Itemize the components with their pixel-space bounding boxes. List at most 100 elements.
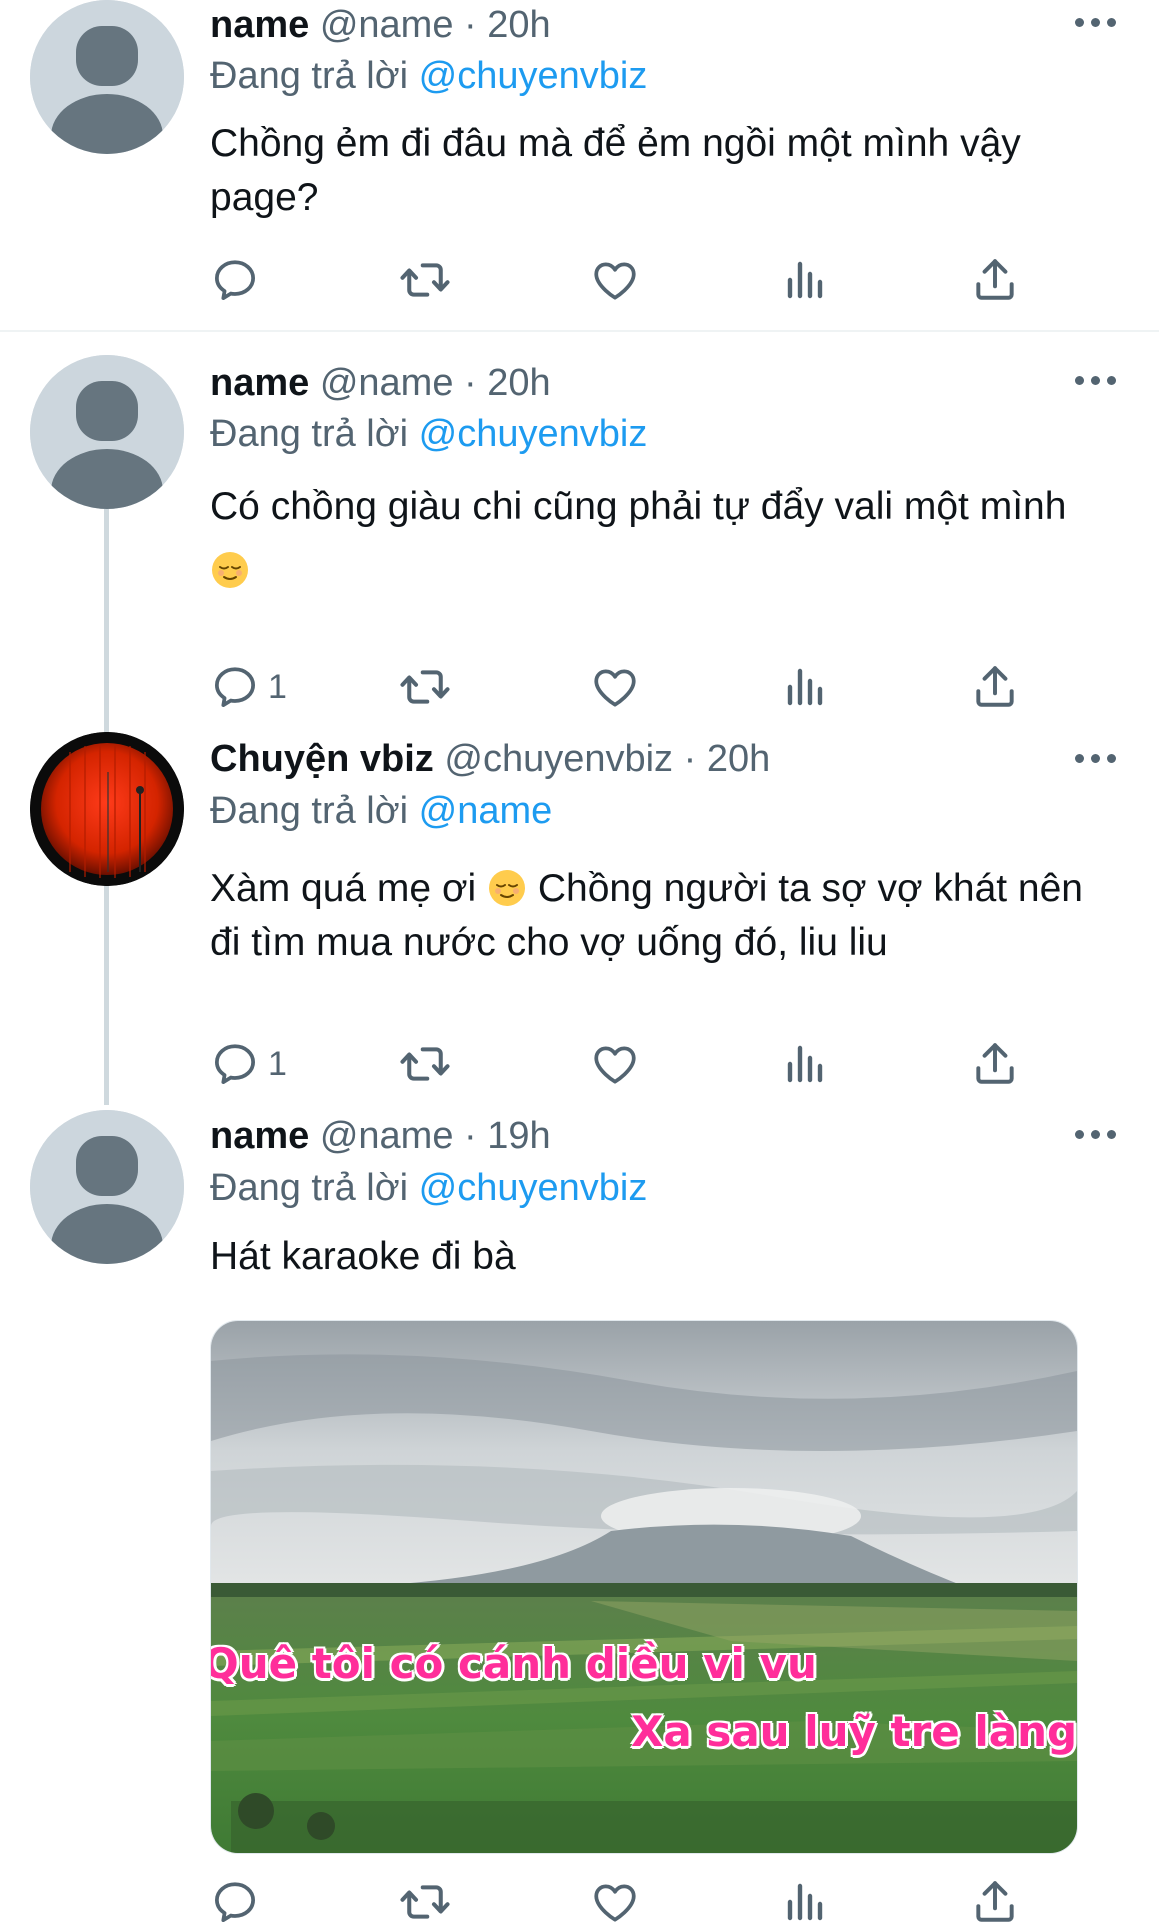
retweet-icon — [398, 1037, 452, 1091]
like-icon — [590, 255, 640, 305]
display-name[interactable]: name — [210, 4, 309, 46]
mention-link[interactable]: @name — [419, 790, 553, 832]
retweet-button[interactable] — [398, 1037, 452, 1091]
tweet-header: name @name · 19h — [210, 1113, 551, 1159]
reply-button[interactable] — [210, 1875, 260, 1929]
handle[interactable]: @name — [320, 4, 454, 46]
views-icon — [780, 1040, 828, 1088]
retweet-button[interactable] — [398, 253, 452, 307]
share-button[interactable] — [970, 253, 1020, 307]
share-button[interactable] — [970, 1037, 1020, 1091]
tweet-text: Xàm quá mẹ ơi Chồng người ta sợ vợ khát … — [210, 862, 1110, 970]
display-name[interactable]: name — [210, 1115, 309, 1157]
avatar[interactable] — [30, 355, 184, 509]
default-avatar-icon — [30, 355, 184, 509]
tweet-header: Chuyện vbiz @chuyenvbiz · 20h — [210, 736, 770, 782]
tweet-2[interactable]: name @name · 20h Đang trả lời @chuyenvbi… — [0, 355, 1159, 725]
replying-to: Đang trả lời @chuyenvbiz — [210, 53, 647, 99]
replying-to-label: Đang trả lời — [210, 790, 409, 832]
karaoke-lyric-line-1: Quê tôi có cánh diều vi vu — [210, 1639, 817, 1688]
retweet-icon — [398, 1875, 452, 1929]
handle[interactable]: @name — [320, 1115, 454, 1157]
action-bar: 1 — [210, 1037, 1070, 1091]
dot-separator: · — [683, 738, 697, 780]
more-icon — [1075, 376, 1084, 385]
timestamp[interactable]: 20h — [707, 738, 770, 780]
replying-to: Đang trả lời @chuyenvbiz — [210, 1165, 647, 1211]
share-button[interactable] — [970, 1875, 1020, 1929]
handle[interactable]: @name — [320, 362, 454, 404]
views-icon — [780, 1878, 828, 1926]
reply-button[interactable]: 1 — [210, 1037, 287, 1091]
more-options-button[interactable] — [1075, 370, 1117, 390]
timestamp[interactable]: 20h — [487, 4, 550, 46]
tweet-text-part-1: Xàm quá mẹ ơi — [210, 867, 477, 910]
landscape-thumbnail-image — [211, 1321, 1077, 1853]
replying-to-label: Đang trả lời — [210, 1167, 409, 1209]
views-button[interactable] — [780, 1037, 828, 1091]
share-icon — [970, 662, 1020, 712]
more-options-button[interactable] — [1075, 12, 1117, 32]
share-button[interactable] — [970, 660, 1020, 714]
like-button[interactable] — [590, 253, 640, 307]
like-icon — [590, 662, 640, 712]
mention-link[interactable]: @chuyenvbiz — [419, 413, 648, 455]
views-button[interactable] — [780, 660, 828, 714]
like-button[interactable] — [590, 660, 640, 714]
tweet-1[interactable]: name @name · 20h Đang trả lời @chuyenvbi… — [0, 0, 1159, 330]
default-avatar-icon — [30, 0, 184, 154]
like-icon — [590, 1039, 640, 1089]
action-bar — [210, 1875, 1070, 1929]
handle[interactable]: @chuyenvbiz — [444, 738, 673, 780]
retweet-icon — [398, 660, 452, 714]
tweet-4[interactable]: name @name · 19h Đang trả lời @chuyenvbi… — [0, 1110, 1159, 1920]
views-button[interactable] — [780, 253, 828, 307]
replying-to-label: Đang trả lời — [210, 413, 409, 455]
more-options-button[interactable] — [1075, 1124, 1117, 1144]
timestamp[interactable]: 19h — [487, 1115, 550, 1157]
retweet-button[interactable] — [398, 660, 452, 714]
tweet-text: Chồng ẻm đi đâu mà để ẻm ngồi một mình v… — [210, 122, 1021, 219]
tweet-text: Hát karaoke đi bà — [210, 1235, 516, 1278]
like-button[interactable] — [590, 1037, 640, 1091]
karaoke-lyric-line-2: Xa sau luỹ tre làng — [631, 1707, 1078, 1756]
divider — [0, 330, 1159, 332]
display-name[interactable]: name — [210, 362, 309, 404]
retweet-icon — [398, 253, 452, 307]
more-options-button[interactable] — [1075, 748, 1117, 768]
share-icon — [970, 1039, 1020, 1089]
reply-count: 1 — [268, 1044, 287, 1083]
stage-curtain-avatar-icon — [30, 732, 184, 886]
avatar[interactable] — [30, 0, 184, 154]
more-icon — [1075, 754, 1084, 763]
action-bar: 1 — [210, 660, 1070, 714]
mention-link[interactable]: @chuyenvbiz — [419, 1167, 648, 1209]
views-button[interactable] — [780, 1875, 828, 1929]
avatar[interactable] — [30, 732, 184, 886]
reply-icon — [210, 662, 260, 712]
reply-icon — [210, 255, 260, 305]
reply-button[interactable] — [210, 253, 260, 307]
more-icon — [1075, 18, 1084, 27]
tweet-text: Có chồng giàu chi cũng phải tự đẩy vali … — [210, 475, 1090, 603]
mention-link[interactable]: @chuyenvbiz — [419, 55, 648, 97]
views-icon — [780, 256, 828, 304]
tweet-3[interactable]: Chuyện vbiz @chuyenvbiz · 20h Đang trả l… — [0, 732, 1159, 1102]
action-bar — [210, 253, 1070, 307]
dot-separator: · — [464, 4, 477, 46]
reply-count: 1 — [268, 667, 287, 706]
reply-icon — [210, 1039, 260, 1089]
share-icon — [970, 255, 1020, 305]
reply-button[interactable]: 1 — [210, 660, 287, 714]
display-name[interactable]: Chuyện vbiz — [210, 738, 434, 780]
tweet-text-content: Có chồng giàu chi cũng phải tự đẩy vali … — [210, 485, 1067, 528]
replying-to: Đang trả lời @chuyenvbiz — [210, 411, 647, 457]
relieved-face-emoji — [487, 868, 527, 908]
like-button[interactable] — [590, 1875, 640, 1929]
retweet-button[interactable] — [398, 1875, 452, 1929]
media-video[interactable]: Quê tôi có cánh diều vi vu Xa sau luỹ tr… — [210, 1320, 1078, 1854]
avatar[interactable] — [30, 1110, 184, 1264]
tweet-header: name @name · 20h — [210, 2, 551, 48]
replying-to-label: Đang trả lời — [210, 55, 409, 97]
timestamp[interactable]: 20h — [487, 362, 550, 404]
